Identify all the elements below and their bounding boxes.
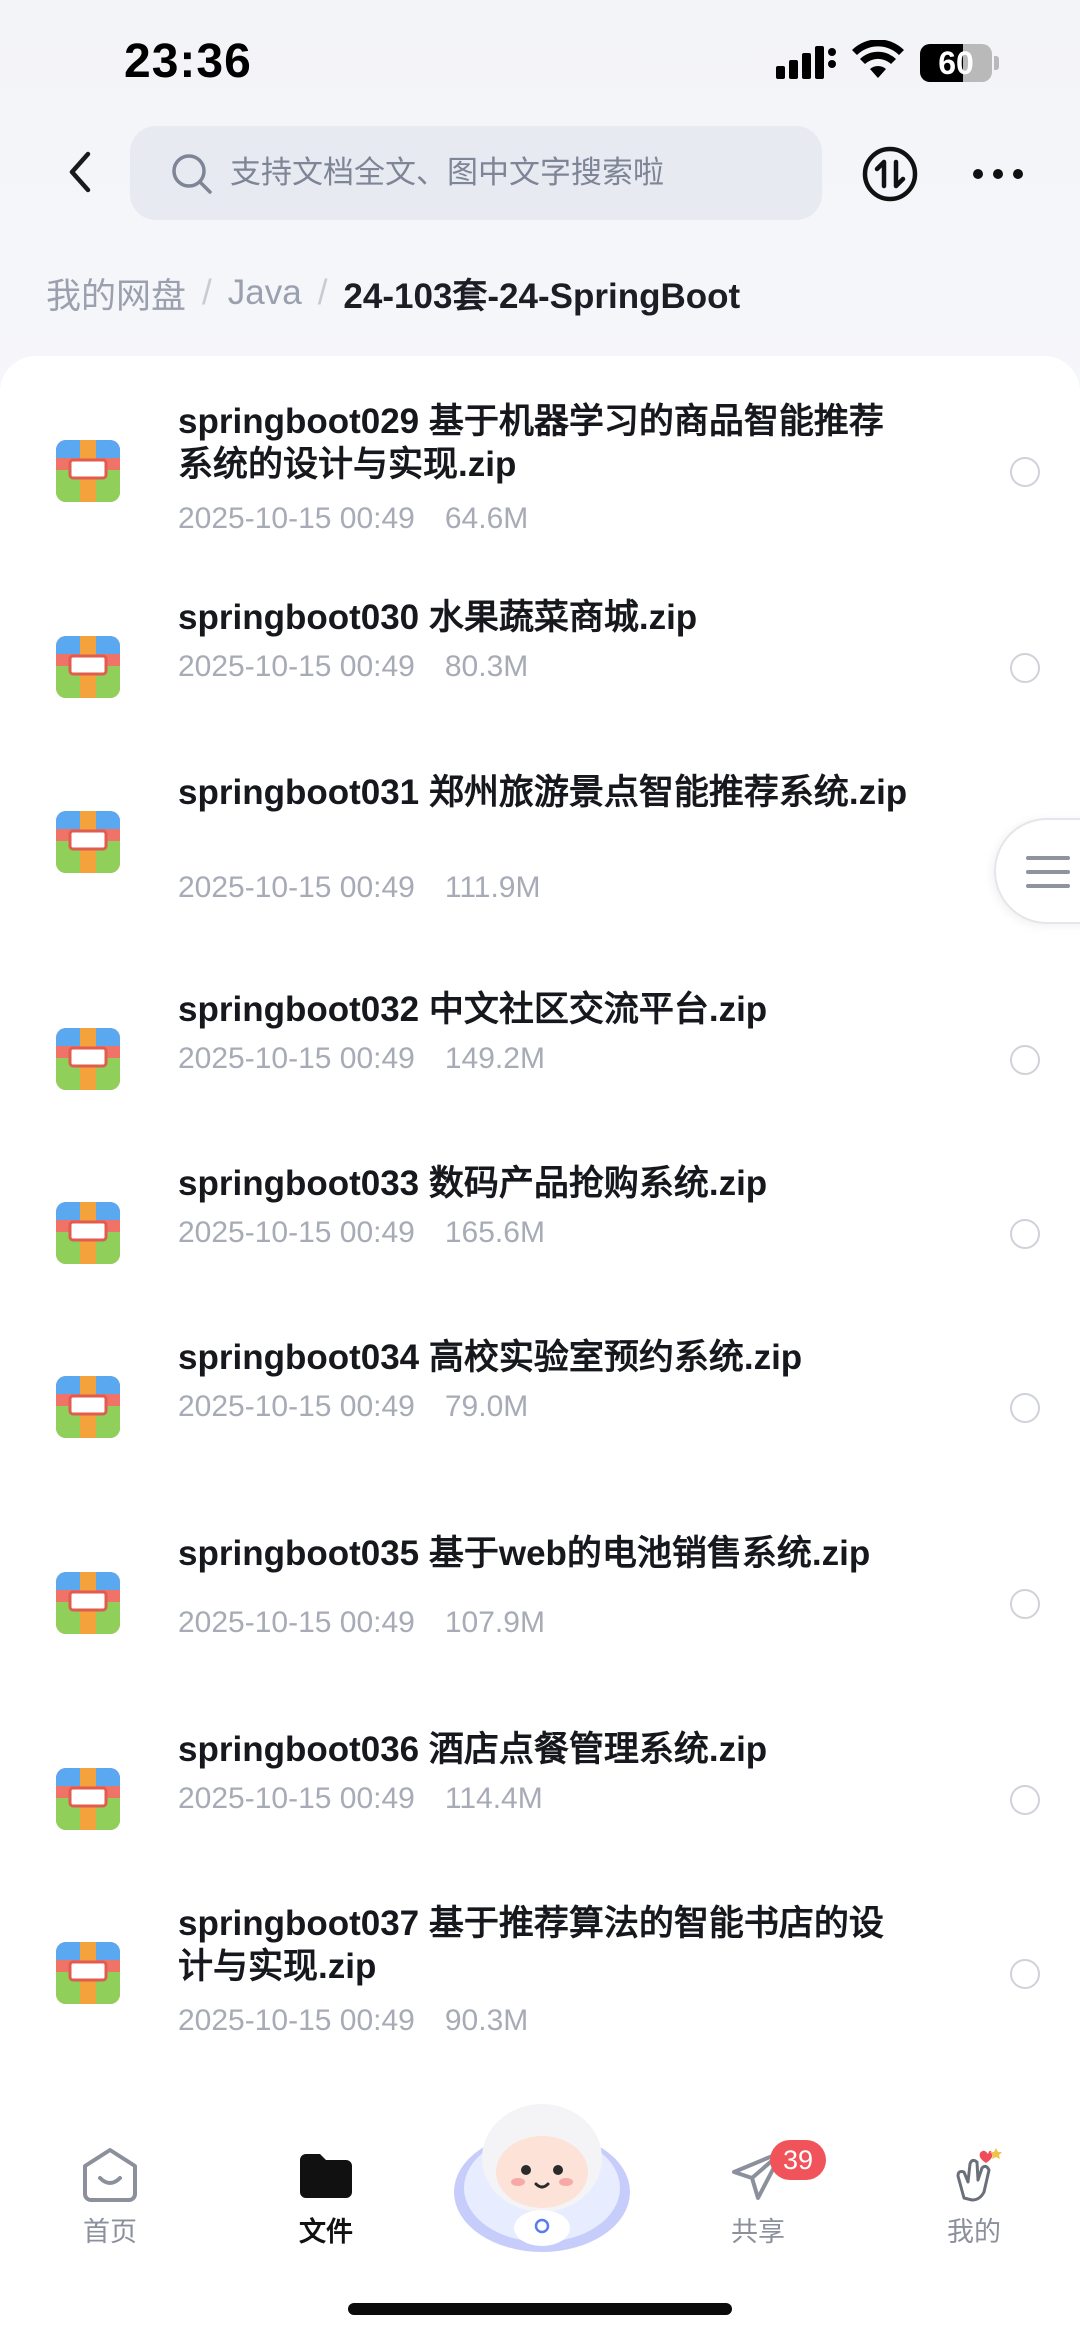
list-item[interactable]: springboot033 数码产品抢购系统.zip 2025-10-15 00… (0, 1142, 1080, 1272)
file-size: 111.9M (444, 871, 541, 904)
finger-heart-icon (956, 2148, 1002, 2202)
breadcrumb-root[interactable]: 我的网盘 (46, 268, 186, 319)
home-indicator (348, 2303, 732, 2315)
more-options-icon[interactable] (970, 158, 1026, 190)
transfer-list-icon[interactable] (862, 146, 918, 202)
file-size: 165.6M (444, 1216, 545, 1249)
back-button[interactable] (58, 148, 106, 196)
file-name: springboot031 郑州旅游景点智能推荐系统.zip (178, 773, 908, 812)
breadcrumb-separator: / (202, 273, 212, 312)
file-size: 90.3M (444, 2004, 529, 2037)
zip-archive-icon (54, 1026, 122, 1092)
file-meta: 2025-10-15 00:49 111.9M (178, 869, 541, 907)
file-date: 2025-10-15 00:49 (178, 650, 415, 683)
breadcrumb-parent[interactable]: Java (228, 273, 302, 313)
file-size: 114.4M (444, 1782, 543, 1815)
search-input[interactable]: 支持文档全文、图中文字搜索啦 (130, 126, 822, 220)
file-size: 64.6M (444, 502, 529, 535)
search-icon (172, 154, 212, 194)
file-date: 2025-10-15 00:49 (178, 1782, 415, 1815)
battery-icon: 60 (920, 44, 992, 82)
list-item[interactable]: springboot032 中文社区交流平台.zip 2025-10-15 00… (0, 968, 1080, 1098)
file-meta: 2025-10-15 00:49 90.3M (178, 2002, 528, 2040)
file-name: springboot033 数码产品抢购系统.zip (178, 1164, 768, 1203)
file-size: 149.2M (444, 1042, 545, 1075)
select-checkbox[interactable] (1010, 1589, 1040, 1619)
cellular-signal-icon (776, 46, 836, 79)
zip-archive-icon (54, 1940, 122, 2006)
zip-archive-icon (54, 1374, 122, 1440)
tab-share-label: 共享 (731, 2217, 785, 2247)
tab-share[interactable]: 共享 39 (688, 2140, 828, 2256)
zip-archive-icon (54, 1570, 122, 1636)
share-badge: 39 (770, 2140, 826, 2180)
menu-lines-icon (1026, 856, 1070, 888)
status-bar: 23:36 60 (0, 0, 1080, 120)
file-meta: 2025-10-15 00:49 80.3M (178, 648, 528, 686)
select-checkbox[interactable] (1010, 653, 1040, 683)
tab-files[interactable]: 文件 (256, 2146, 396, 2256)
file-meta: 2025-10-15 00:49 107.9M (178, 1604, 545, 1642)
battery-cap (994, 56, 999, 70)
select-checkbox[interactable] (1010, 1045, 1040, 1075)
zip-archive-icon (54, 1200, 122, 1266)
breadcrumb: 我的网盘 / Java / 24-103套-24-SpringBoot (46, 268, 740, 318)
tab-files-label: 文件 (299, 2217, 353, 2247)
breadcrumb-current: 24-103套-24-SpringBoot (343, 276, 741, 316)
file-meta: 2025-10-15 00:49 165.6M (178, 1214, 545, 1252)
file-meta: 2025-10-15 00:49 79.0M (178, 1388, 528, 1426)
ai-assistant-mascot-icon[interactable] (450, 2088, 634, 2258)
file-date: 2025-10-15 00:49 (178, 1390, 415, 1423)
file-name: springboot030 水果蔬菜商城.zip (178, 598, 698, 637)
tab-home-label: 首页 (83, 2217, 137, 2247)
list-item[interactable]: springboot029 基于机器学习的商品智能推荐系统的设计与实现.zip … (0, 380, 1080, 550)
file-name: springboot036 酒店点餐管理系统.zip (178, 1730, 768, 1769)
wifi-icon (852, 40, 904, 78)
file-size: 79.0M (444, 1390, 529, 1423)
file-name: springboot032 中文社区交流平台.zip (178, 990, 768, 1029)
file-date: 2025-10-15 00:49 (178, 871, 415, 904)
folder-icon (300, 2154, 352, 2198)
home-icon (83, 2148, 137, 2202)
select-checkbox[interactable] (1010, 1959, 1040, 1989)
list-item[interactable]: springboot036 酒店点餐管理系统.zip 2025-10-15 00… (0, 1708, 1080, 1838)
file-meta: 2025-10-15 00:49 114.4M (178, 1780, 543, 1818)
file-meta: 2025-10-15 00:49 64.6M (178, 500, 528, 538)
list-item[interactable]: springboot030 水果蔬菜商城.zip 2025-10-15 00:4… (0, 576, 1080, 706)
file-size: 80.3M (444, 650, 529, 683)
tab-home[interactable]: 首页 (40, 2146, 180, 2256)
file-date: 2025-10-15 00:49 (178, 1042, 415, 1075)
search-placeholder: 支持文档全文、图中文字搜索啦 (230, 155, 664, 190)
zip-archive-icon (54, 438, 122, 504)
file-list: springboot029 基于机器学习的商品智能推荐系统的设计与实现.zip … (0, 356, 1080, 2116)
file-date: 2025-10-15 00:49 (178, 2004, 415, 2037)
file-name: springboot029 基于机器学习的商品智能推荐系统的设计与实现.zip (178, 402, 884, 484)
tab-mine[interactable]: 我的 (904, 2146, 1044, 2256)
tab-mine-label: 我的 (947, 2217, 1001, 2247)
select-checkbox[interactable] (1010, 1785, 1040, 1815)
list-item[interactable]: springboot034 高校实验室预约系统.zip 2025-10-15 0… (0, 1316, 1080, 1446)
file-date: 2025-10-15 00:49 (178, 1606, 415, 1639)
select-checkbox[interactable] (1010, 1393, 1040, 1423)
file-name: springboot037 基于推荐算法的智能书店的设计与实现.zip (178, 1904, 884, 1986)
file-meta: 2025-10-15 00:49 149.2M (178, 1040, 545, 1078)
battery-level: 60 (938, 45, 974, 81)
file-size: 107.9M (444, 1606, 545, 1639)
list-item[interactable]: springboot037 基于推荐算法的智能书店的设计与实现.zip 2025… (0, 1882, 1080, 2052)
file-name: springboot034 高校实验室预约系统.zip (178, 1338, 803, 1377)
list-item[interactable]: springboot031 郑州旅游景点智能推荐系统.zip 2025-10-1… (0, 751, 1080, 921)
file-date: 2025-10-15 00:49 (178, 502, 415, 535)
breadcrumb-separator: / (317, 273, 328, 312)
status-time: 23:36 (124, 35, 252, 88)
zip-archive-icon (54, 809, 122, 875)
zip-archive-icon (54, 634, 122, 700)
file-name: springboot035 基于web的电池销售系统.zip (178, 1534, 871, 1573)
zip-archive-icon (54, 1766, 122, 1832)
select-checkbox[interactable] (1010, 457, 1040, 487)
select-checkbox[interactable] (1010, 1219, 1040, 1249)
list-item[interactable]: springboot035 基于web的电池销售系统.zip 2025-10-1… (0, 1512, 1080, 1662)
file-date: 2025-10-15 00:49 (178, 1216, 415, 1249)
